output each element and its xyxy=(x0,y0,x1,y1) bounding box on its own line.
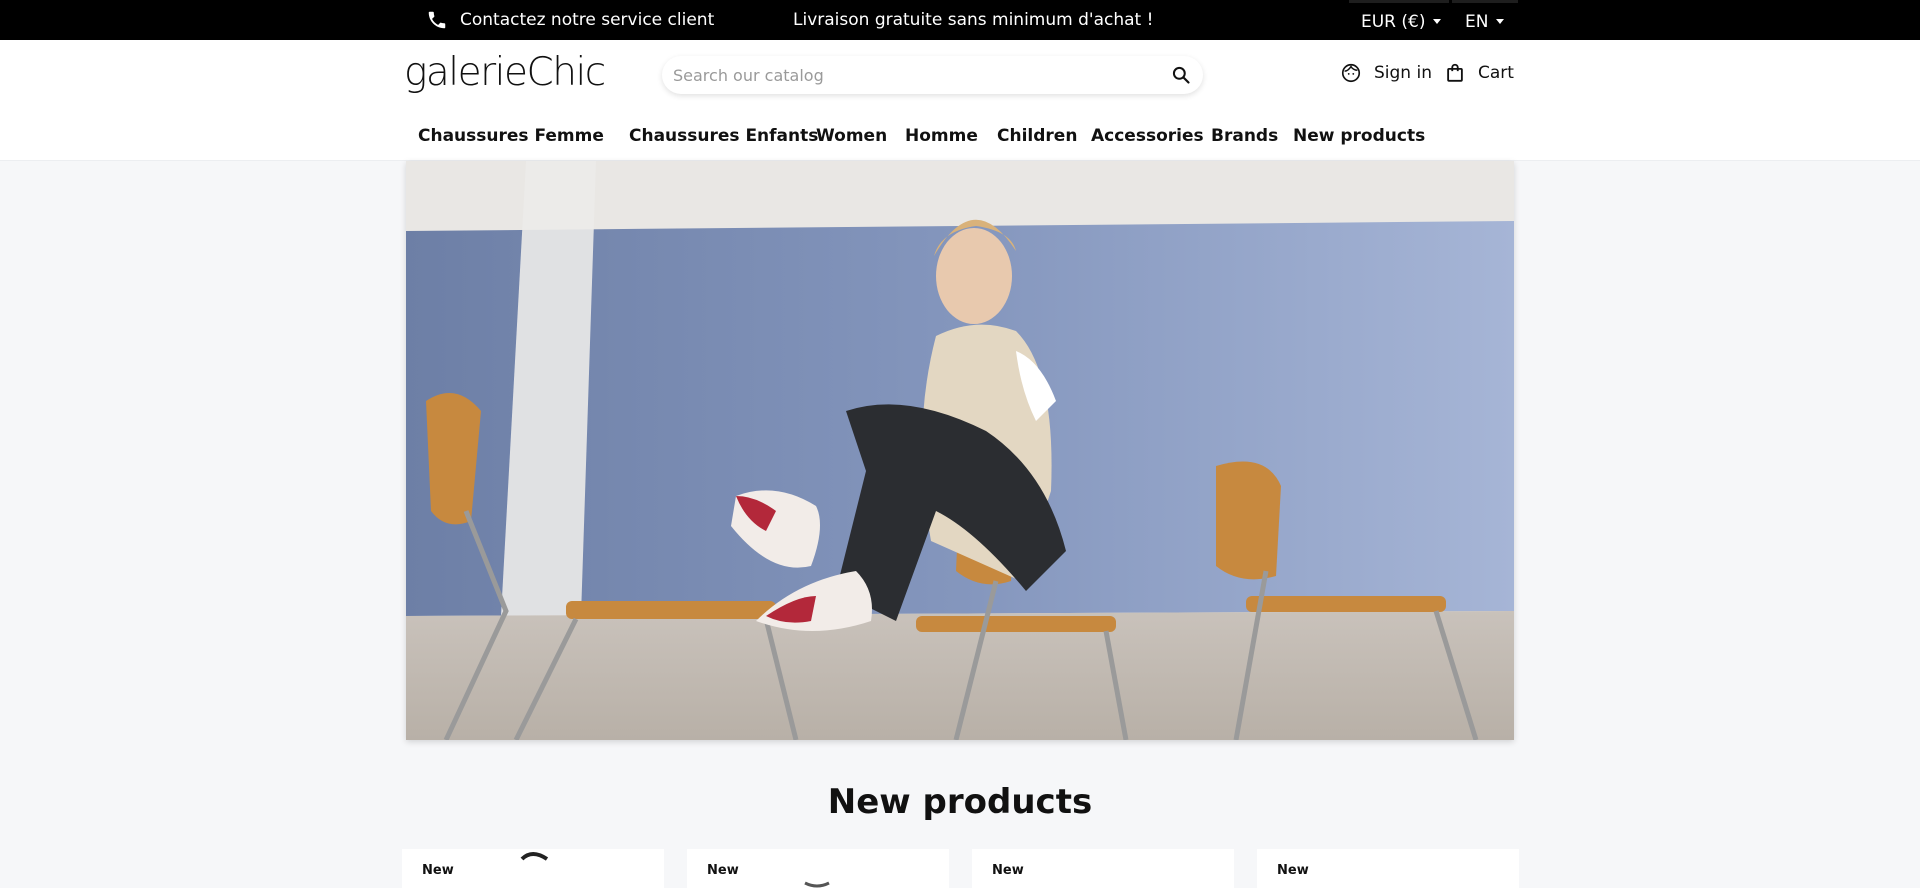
nav-item-accessories[interactable]: Accessories xyxy=(1091,126,1204,146)
currency-selector[interactable]: EUR (€) xyxy=(1349,0,1449,40)
section-title-new-products: New products xyxy=(827,782,1093,822)
product-card[interactable]: New xyxy=(687,849,949,888)
phone-icon xyxy=(428,11,446,29)
shopping-bag-icon xyxy=(1447,63,1463,82)
hero-image xyxy=(406,161,1514,740)
caret-down-icon xyxy=(1433,19,1442,24)
site-header: galerieChic Sign in Cart Chaussures Femm… xyxy=(0,40,1920,161)
top-bar: Contactez notre service client Livraison… xyxy=(0,0,1920,40)
hero-banner[interactable] xyxy=(406,161,1514,740)
currency-label: EUR (€) xyxy=(1361,11,1426,32)
nav-item-women[interactable]: Women xyxy=(816,126,887,146)
nav-item-chaussures-enfants[interactable]: Chaussures Enfants xyxy=(629,126,818,146)
nav-item-new-products[interactable]: New products xyxy=(1293,126,1425,146)
language-label: EN xyxy=(1465,11,1489,32)
new-badge: New xyxy=(1277,863,1309,878)
nav-item-homme[interactable]: Homme xyxy=(905,126,978,146)
contact-link[interactable]: Contactez notre service client xyxy=(426,0,714,40)
site-logo[interactable]: galerieChic xyxy=(404,50,606,95)
language-selector[interactable]: EN xyxy=(1452,0,1518,40)
nav-item-chaussures-femme[interactable]: Chaussures Femme xyxy=(418,126,604,146)
new-badge: New xyxy=(422,863,454,878)
user-icon xyxy=(1341,63,1361,83)
sign-in-label: Sign in xyxy=(1374,63,1432,83)
search-input[interactable] xyxy=(673,65,1171,85)
cart-link[interactable]: Cart xyxy=(1444,62,1514,84)
product-card[interactable]: New xyxy=(972,849,1234,888)
nav-item-children[interactable]: Children xyxy=(997,126,1077,146)
product-card[interactable]: New xyxy=(1257,849,1519,888)
cart-label: Cart xyxy=(1478,63,1514,83)
search-icon[interactable] xyxy=(1171,65,1191,85)
new-badge: New xyxy=(707,863,739,878)
contact-label: Contactez notre service client xyxy=(460,10,715,30)
caret-down-icon xyxy=(1496,19,1505,24)
sign-in-link[interactable]: Sign in xyxy=(1340,62,1432,84)
nav-item-brands[interactable]: Brands xyxy=(1211,126,1278,146)
new-badge: New xyxy=(992,863,1024,878)
shipping-message: Livraison gratuite sans minimum d'achat … xyxy=(793,10,1154,30)
search-bar xyxy=(662,56,1203,94)
product-card[interactable]: New xyxy=(402,849,664,888)
